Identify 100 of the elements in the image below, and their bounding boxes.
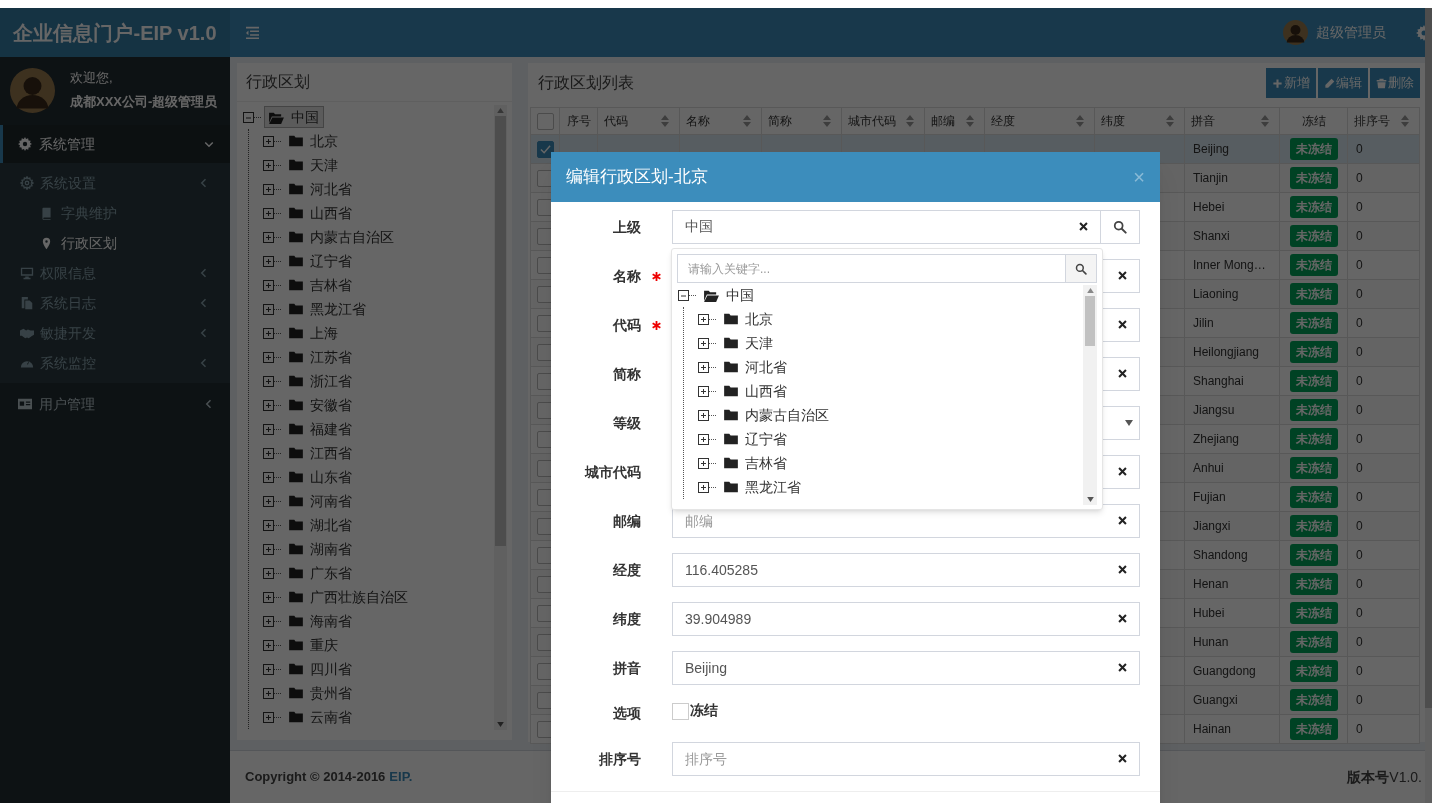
check-icon (539, 143, 551, 155)
tree-node[interactable]: 四川省 (284, 658, 357, 680)
expander-icon[interactable] (698, 433, 709, 445)
tree-node[interactable]: 山西省 (284, 202, 357, 224)
tree-node[interactable]: 山东省 (284, 466, 357, 488)
scrollbar[interactable] (1083, 285, 1097, 505)
text-field[interactable]: 116.405285 (672, 553, 1140, 587)
version-text: 版本号V1.0. (1347, 767, 1422, 787)
field-label: 选项 (613, 704, 641, 723)
clear-icon[interactable] (1117, 515, 1128, 526)
page-scrollbar[interactable] (1425, 8, 1432, 803)
tree-node[interactable]: 海南省 (284, 610, 357, 632)
checkbox[interactable] (536, 140, 554, 158)
lookup-field[interactable]: 中国 (672, 210, 1101, 244)
clear-icon[interactable] (1078, 221, 1089, 232)
scrollbar[interactable] (494, 105, 507, 730)
search-field[interactable]: 请输入关键字... (677, 254, 1066, 283)
tree-node[interactable]: 河南省 (284, 490, 357, 512)
node-label: 中国 (291, 107, 319, 127)
checkbox-label[interactable]: 冻结 (690, 700, 718, 721)
tree-node[interactable]: 湖南省 (284, 538, 357, 560)
tree-node[interactable]: 中国 (264, 106, 324, 128)
folder-icon (289, 663, 303, 675)
sort-icon (743, 115, 751, 127)
tree-node[interactable]: 辽宁省 (284, 250, 357, 272)
tree-node[interactable]: 安徽省 (284, 394, 357, 416)
checkbox[interactable] (536, 112, 554, 130)
tree-node[interactable]: 江西省 (284, 442, 357, 464)
user-name[interactable]: 超级管理员 (1316, 22, 1386, 43)
folder-icon (289, 591, 303, 603)
welcome-text: 欢迎您, (70, 69, 114, 87)
toolbar-button[interactable]: 新增 (1266, 68, 1316, 98)
scroll-up-icon[interactable] (1086, 288, 1094, 293)
expander-icon[interactable] (698, 457, 709, 469)
scroll-thumb[interactable] (495, 116, 506, 546)
close-button[interactable]: × (1133, 167, 1145, 187)
tree-node[interactable]: 江苏省 (284, 346, 357, 368)
node-label: 安徽省 (310, 395, 352, 415)
tree-node[interactable]: 山西省 (719, 380, 792, 402)
expander-icon[interactable] (698, 481, 709, 493)
tree-node[interactable]: 贵州省 (284, 682, 357, 704)
clear-icon[interactable] (1117, 662, 1128, 673)
tree-node[interactable]: 北京 (719, 308, 778, 330)
tree-node[interactable]: 天津 (284, 154, 343, 176)
search-icon (1113, 220, 1127, 234)
tree-node[interactable]: 吉林省 (284, 274, 357, 296)
field-label: 排序号 (599, 749, 641, 769)
menu-toggle-icon[interactable] (245, 26, 260, 39)
expander-icon[interactable] (698, 313, 709, 325)
tree-node[interactable]: 河北省 (719, 356, 792, 378)
tree-node[interactable]: 上海 (284, 322, 343, 344)
text-field[interactable]: Beijing (672, 651, 1140, 685)
tree-node[interactable]: 内蒙古自治区 (284, 226, 399, 248)
folder-icon (289, 183, 303, 195)
expander-icon[interactable] (678, 289, 689, 301)
folder-icon (289, 303, 303, 315)
tree-node[interactable]: 内蒙古自治区 (719, 404, 834, 426)
tree-node[interactable]: 吉林省 (719, 452, 792, 474)
tree-node[interactable]: 浙江省 (284, 370, 357, 392)
node-label: 辽宁省 (745, 429, 787, 449)
gear-icon (18, 137, 32, 151)
clear-icon[interactable] (1117, 564, 1128, 575)
toolbar-button[interactable]: 删除 (1370, 68, 1420, 98)
footer-link[interactable]: EIP. (389, 767, 413, 787)
field-label: 纬度 (613, 609, 641, 629)
toolbar-button[interactable]: 编辑 (1318, 68, 1368, 98)
tree-node[interactable]: 广西壮族自治区 (284, 586, 413, 608)
clear-icon[interactable] (1117, 753, 1128, 764)
clear-icon[interactable] (1117, 319, 1128, 330)
expander-icon[interactable] (698, 385, 709, 397)
tree-node[interactable]: 黑龙江省 (284, 298, 371, 320)
scroll-down-icon[interactable] (497, 722, 504, 727)
scroll-thumb[interactable] (1085, 296, 1095, 346)
tree-node[interactable]: 湖北省 (284, 514, 357, 536)
status-badge: 未冻结 (1289, 486, 1338, 508)
expander-icon[interactable] (698, 361, 709, 373)
tree-node[interactable]: 福建省 (284, 418, 357, 440)
scroll-down-icon[interactable] (1086, 497, 1094, 502)
clear-icon[interactable] (1117, 368, 1128, 379)
tree-node[interactable]: 云南省 (284, 706, 357, 728)
tree-node[interactable]: 天津 (719, 332, 778, 354)
checkbox[interactable] (672, 703, 689, 720)
submenu-item[interactable]: 行政区划 (0, 228, 230, 258)
text-field[interactable]: 排序号 (672, 742, 1140, 776)
text-field[interactable]: 39.904989 (672, 602, 1140, 636)
expander-icon[interactable] (698, 409, 709, 421)
tree-node[interactable]: 重庆 (284, 634, 343, 656)
tree-node[interactable]: 辽宁省 (719, 428, 792, 450)
tree-node[interactable]: 广东省 (284, 562, 357, 584)
status-badge: 未冻结 (1289, 370, 1338, 392)
tree-node[interactable]: 中国 (699, 284, 759, 306)
search-button[interactable] (1066, 254, 1097, 283)
tree-node[interactable]: 北京 (284, 130, 343, 152)
clear-icon[interactable] (1117, 466, 1128, 477)
tree-node[interactable]: 黑龙江省 (719, 476, 806, 498)
tree-node[interactable]: 河北省 (284, 178, 357, 200)
expander-icon[interactable] (698, 337, 709, 349)
search-button[interactable] (1101, 210, 1140, 244)
clear-icon[interactable] (1117, 613, 1128, 624)
clear-icon[interactable] (1117, 270, 1128, 281)
